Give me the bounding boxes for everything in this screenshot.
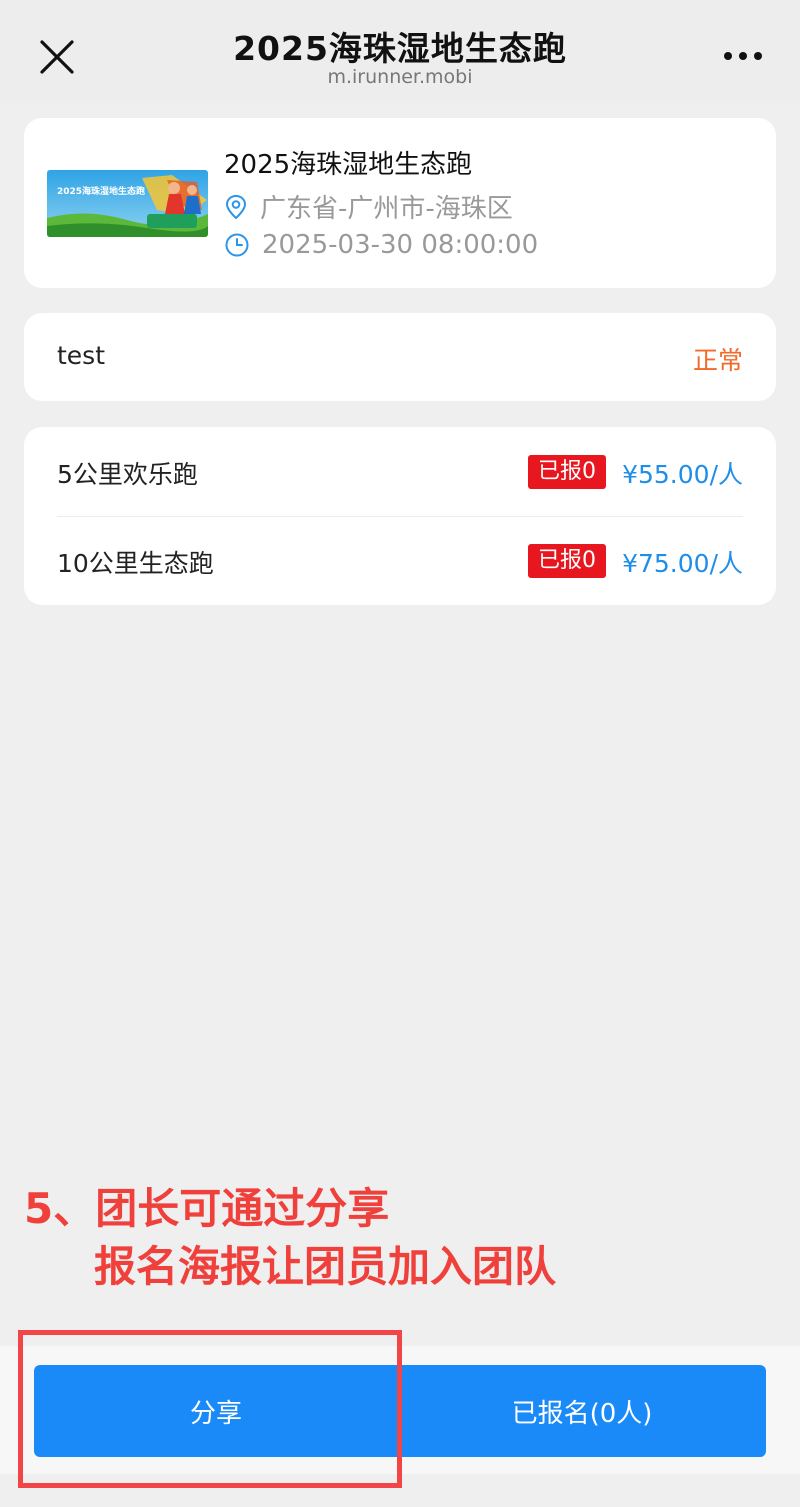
race-name: 5公里欢乐跑: [57, 460, 198, 489]
team-card[interactable]: test 正常: [24, 313, 776, 401]
race-price: ¥55.00/人: [622, 460, 743, 489]
event-datetime: 2025-03-30 08:00:00: [262, 230, 539, 260]
race-name: 10公里生态跑: [57, 549, 214, 578]
clock-icon: [225, 233, 249, 257]
share-button[interactable]: 分享: [34, 1365, 398, 1457]
race-list: 5公里欢乐跑 已报0 ¥55.00/人 10公里生态跑 已报0 ¥75.00/人: [24, 427, 776, 605]
race-price: ¥75.00/人: [622, 549, 743, 578]
more-icon[interactable]: [718, 44, 768, 68]
event-location: 广东省-广州市-海珠区: [260, 194, 513, 224]
team-status: 正常: [692, 346, 743, 375]
banner-title-text: 2025海珠湿地生态跑: [57, 185, 145, 197]
annotation-line-2: 报名海报让团员加入团队: [94, 1242, 557, 1291]
annotation-line-1: 5、团长可通过分享: [24, 1184, 390, 1233]
page-title: 2025海珠湿地生态跑: [233, 29, 567, 68]
team-name: test: [57, 341, 106, 370]
registered-count-badge: 已报0: [528, 455, 606, 489]
event-location-row: 广东省-广州市-海珠区: [224, 188, 513, 225]
event-card[interactable]: 2025海珠湿地生态跑 2025海珠湿地生态跑 广东省-广州市-海珠区 2025…: [24, 118, 776, 288]
page-url: m.irunner.mobi: [327, 66, 473, 88]
registered-count-badge: 已报0: [528, 544, 606, 578]
nav-header: 2025海珠湿地生态跑 m.irunner.mobi: [0, 0, 800, 103]
event-time-row: 2025-03-30 08:00:00: [224, 230, 538, 260]
race-item[interactable]: 5公里欢乐跑 已报0 ¥55.00/人: [57, 427, 743, 517]
registered-list-button[interactable]: 已报名(0人): [398, 1365, 766, 1457]
event-banner-image: 2025海珠湿地生态跑: [47, 170, 208, 237]
location-pin-icon: [225, 194, 247, 219]
event-name: 2025海珠湿地生态跑: [224, 150, 473, 180]
tutorial-annotation: 5、团长可通过分享 报名海报让团员加入团队: [24, 1180, 556, 1296]
race-item[interactable]: 10公里生态跑 已报0 ¥75.00/人: [57, 516, 743, 605]
